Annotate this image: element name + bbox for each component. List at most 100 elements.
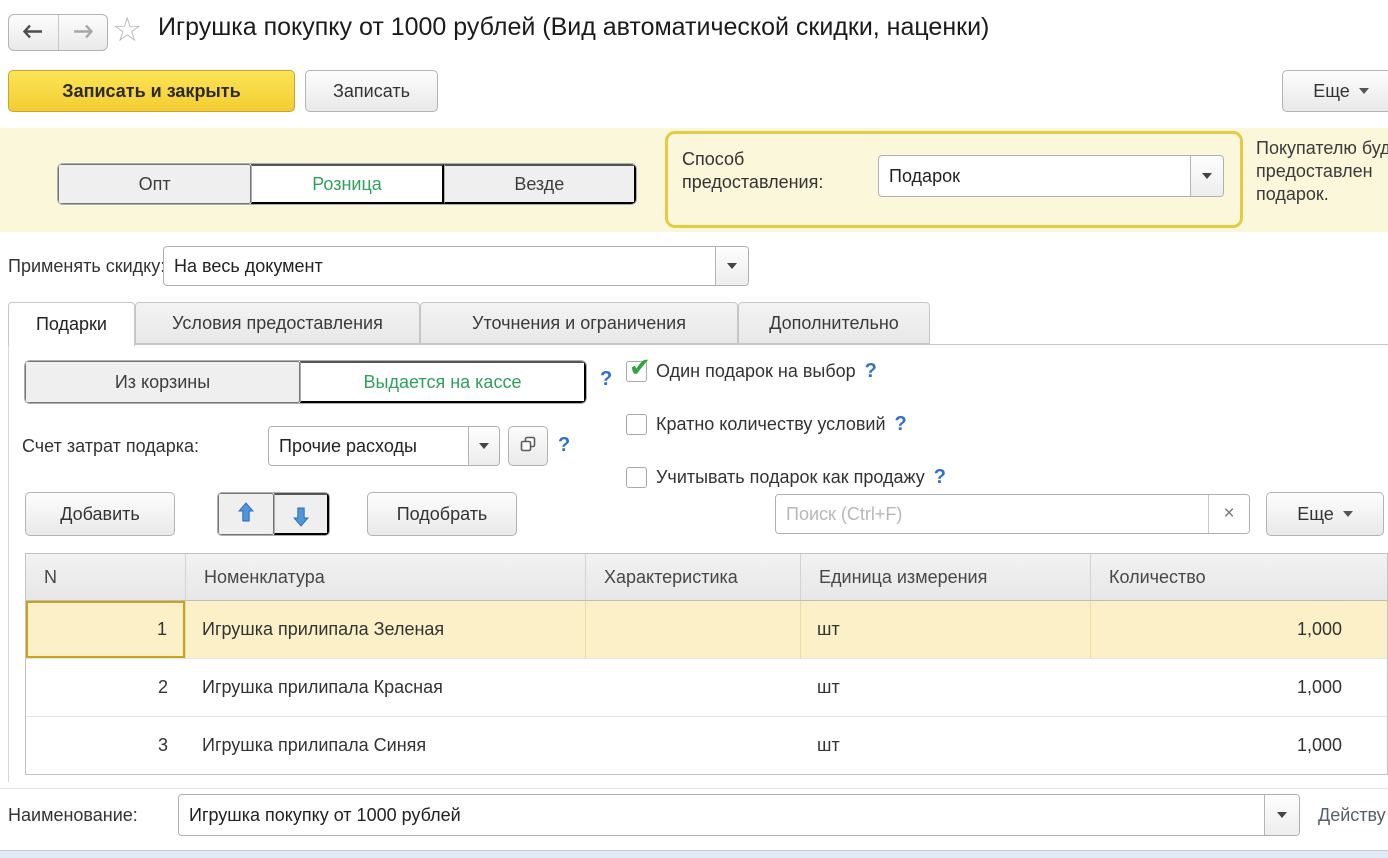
- cell-quantity[interactable]: 1,000: [1091, 601, 1387, 658]
- tabstrip-baseline: [8, 344, 1388, 345]
- name-input[interactable]: [179, 795, 1264, 835]
- option-label[interactable]: Учитывать подарок как продажу: [656, 467, 925, 488]
- column-header-unit[interactable]: Единица измерения: [801, 554, 1091, 600]
- arrow-up-icon: [238, 502, 254, 527]
- cost-account-combo[interactable]: Прочие расходы: [268, 426, 500, 466]
- open-account-button[interactable]: [508, 426, 548, 466]
- provision-method-value[interactable]: Подарок: [879, 156, 1190, 196]
- pick-button[interactable]: Подобрать: [367, 492, 517, 536]
- table-row[interactable]: 3 Игрушка прилипала Синяя шт 1,000: [26, 717, 1387, 774]
- cell-quantity[interactable]: 1,000: [1091, 717, 1387, 774]
- table-row[interactable]: 2 Игрушка прилипала Красная шт 1,000: [26, 659, 1387, 717]
- cell-n[interactable]: 3: [26, 717, 186, 774]
- cost-account-label: Счет затрат подарка:: [22, 436, 199, 457]
- provision-method-combo[interactable]: Подарок: [878, 155, 1224, 197]
- chevron-down-icon: [1202, 173, 1212, 179]
- help-option[interactable]: ?: [895, 413, 907, 436]
- cell-quantity[interactable]: 1,000: [1091, 659, 1387, 716]
- label-line: Способ: [682, 148, 823, 171]
- cell-n[interactable]: 2: [26, 659, 186, 716]
- option-count-as-sale[interactable]: Учитывать подарок как продажу ?: [626, 466, 946, 489]
- forward-button[interactable]: [58, 15, 108, 50]
- column-header-quantity[interactable]: Количество: [1091, 554, 1387, 600]
- option-one-gift[interactable]: ✔ Один подарок на выбор ?: [626, 360, 877, 383]
- hint-line: подарок.: [1256, 183, 1388, 206]
- help-source[interactable]: ?: [600, 368, 612, 391]
- apply-discount-combo[interactable]: На весь документ: [163, 246, 749, 286]
- cell-unit[interactable]: шт: [801, 717, 1091, 774]
- clear-search-button[interactable]: ×: [1208, 495, 1249, 533]
- column-header-n[interactable]: N: [26, 554, 186, 600]
- help-option[interactable]: ?: [934, 466, 946, 489]
- save-button[interactable]: Записать: [305, 70, 438, 112]
- checkbox-unchecked[interactable]: [626, 467, 647, 488]
- combo-dropdown-button[interactable]: [1264, 795, 1299, 835]
- table-row[interactable]: 1 Игрушка прилипала Зеленая шт 1,000: [26, 601, 1387, 659]
- cell-characteristic[interactable]: [586, 659, 801, 716]
- tab-usloviya[interactable]: Условия предоставления: [135, 302, 420, 344]
- help-option[interactable]: ?: [865, 360, 877, 383]
- cell-nomenclature[interactable]: Игрушка прилипала Красная: [186, 659, 586, 716]
- apply-discount-label: Применять скидку:: [8, 256, 165, 277]
- more-label: Еще: [1313, 81, 1350, 102]
- move-down-button[interactable]: [274, 493, 329, 535]
- cell-unit[interactable]: шт: [801, 601, 1091, 658]
- more-label: Еще: [1297, 504, 1334, 525]
- combo-dropdown-button[interactable]: [468, 427, 499, 465]
- column-header-characteristic[interactable]: Характеристика: [586, 554, 801, 600]
- option-label[interactable]: Кратно количеству условий: [656, 414, 886, 435]
- move-buttons: [217, 492, 330, 536]
- segment-vezde[interactable]: Везде: [444, 164, 636, 204]
- tab-utochneniya[interactable]: Уточнения и ограничения: [420, 302, 738, 344]
- combo-dropdown-button[interactable]: [1190, 156, 1223, 196]
- option-multiple-conditions[interactable]: Кратно количеству условий ?: [626, 413, 907, 436]
- gift-source-segmented-control: Из корзины Выдается на кассе: [24, 360, 587, 404]
- segment-roznica[interactable]: Розница: [251, 164, 443, 204]
- search-input[interactable]: [776, 495, 1208, 533]
- name-label: Наименование:: [8, 805, 138, 826]
- status-label: Действу: [1318, 805, 1386, 826]
- check-icon: ✔: [629, 354, 651, 380]
- combo-dropdown-button[interactable]: [715, 247, 748, 285]
- cell-characteristic[interactable]: [586, 717, 801, 774]
- checkbox-checked[interactable]: ✔: [626, 361, 647, 382]
- column-header-nomenclature[interactable]: Номенклатура: [186, 554, 586, 600]
- help-cost-account[interactable]: ?: [558, 434, 570, 457]
- option-label[interactable]: Один подарок на выбор: [656, 361, 856, 382]
- segment-iz-korziny[interactable]: Из корзины: [25, 361, 300, 403]
- tab-dopolnitelno[interactable]: Дополнительно: [738, 302, 930, 344]
- more-button-list[interactable]: Еще: [1266, 492, 1384, 536]
- apply-discount-value[interactable]: На весь документ: [164, 247, 715, 285]
- tab-panel-border: [8, 345, 9, 782]
- table-header-row: N Номенклатура Характеристика Единица из…: [26, 554, 1387, 601]
- chevron-down-icon: [1277, 812, 1287, 818]
- cell-unit[interactable]: шт: [801, 659, 1091, 716]
- save-and-close-button[interactable]: Записать и закрыть: [8, 70, 295, 112]
- cell-n[interactable]: 1: [26, 601, 186, 658]
- segment-vydaetsya-na-kasse[interactable]: Выдается на кассе: [300, 361, 586, 403]
- window-title: Игрушка покупку от 1000 рублей (Вид авто…: [158, 13, 989, 42]
- cell-nomenclature[interactable]: Игрушка прилипала Зеленая: [186, 601, 586, 658]
- nav-buttons: [8, 14, 108, 51]
- hint-line: Покупателю буд: [1256, 137, 1388, 160]
- chevron-down-icon: [1359, 88, 1369, 94]
- segment-opt[interactable]: Опт: [58, 164, 251, 204]
- arrow-left-icon: [22, 24, 44, 42]
- cell-nomenclature[interactable]: Игрушка прилипала Синяя: [186, 717, 586, 774]
- favorite-star-icon[interactable]: ☆: [112, 12, 142, 48]
- add-button[interactable]: Добавить: [25, 492, 175, 536]
- move-up-button[interactable]: [218, 493, 274, 535]
- back-button[interactable]: [9, 15, 58, 50]
- cost-account-value[interactable]: Прочие расходы: [269, 427, 468, 465]
- cell-characteristic[interactable]: [586, 601, 801, 658]
- chevron-down-icon: [727, 263, 737, 269]
- footer-separator: [0, 788, 1388, 789]
- label-line: предоставления:: [682, 171, 823, 194]
- more-button-top[interactable]: Еще: [1282, 70, 1388, 112]
- checkbox-unchecked[interactable]: [626, 414, 647, 435]
- tab-podarki[interactable]: Подарки: [8, 302, 135, 346]
- name-combo: [178, 794, 1300, 836]
- hint-line: предоставлен: [1256, 160, 1388, 183]
- chevron-down-icon: [479, 443, 489, 449]
- search-box: ×: [775, 494, 1250, 534]
